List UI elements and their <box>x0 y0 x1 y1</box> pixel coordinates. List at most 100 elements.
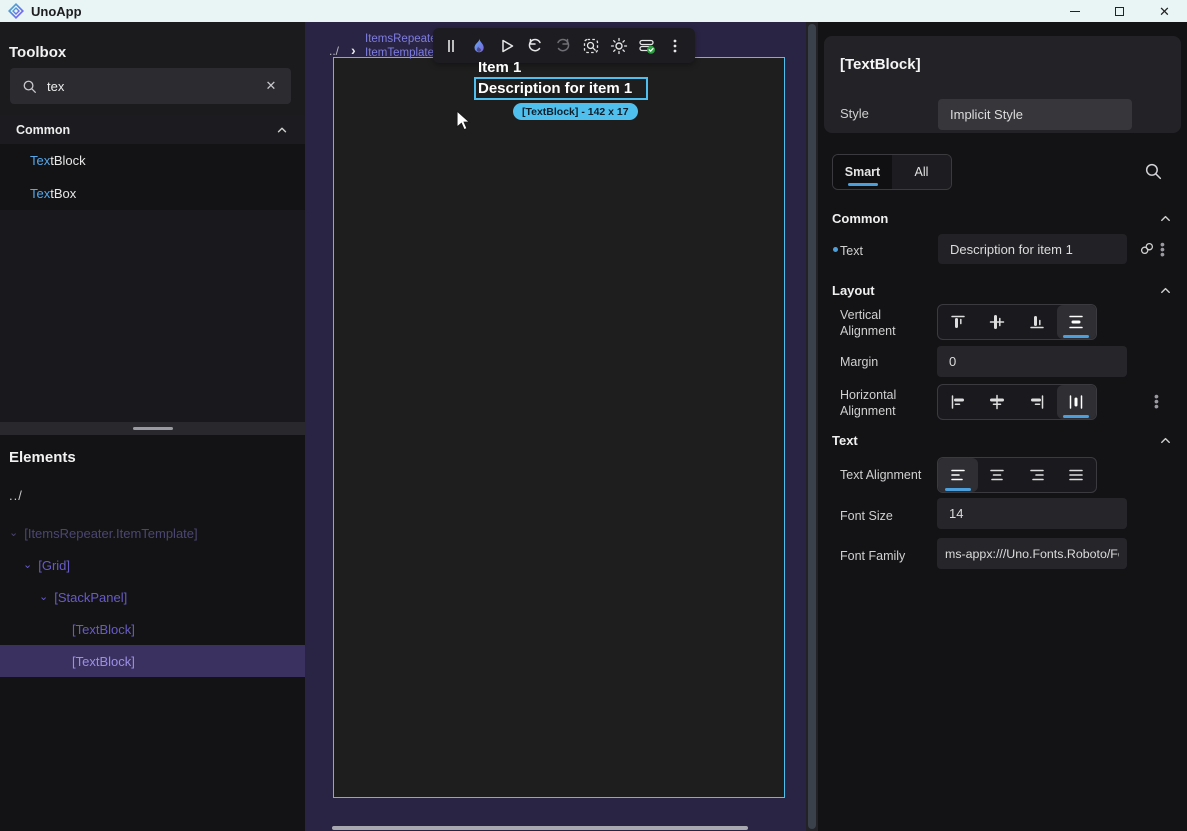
tree-item-label: [Grid] <box>38 558 70 573</box>
vertical-scrollbar-thumb[interactable] <box>808 24 816 829</box>
font-size-label: Font Size <box>840 508 932 524</box>
style-label: Style <box>840 106 869 121</box>
design-canvas[interactable]: ../ › ItemsRepeater ItemTemplate <box>305 22 806 831</box>
textalign-right-button[interactable] <box>1017 458 1057 492</box>
font-family-label: Font Family <box>840 548 932 564</box>
breadcrumb-itemtemplate[interactable]: ItemTemplate <box>365 47 434 59</box>
toolbox-item-textblock[interactable]: TextBlock <box>0 144 305 177</box>
minimize-icon <box>1070 11 1080 12</box>
textalign-left-button[interactable] <box>938 458 978 492</box>
section-common[interactable]: Common <box>832 204 1173 232</box>
elements-title: Elements <box>9 449 76 466</box>
tree-item-label: [ItemsRepeater.ItemTemplate] <box>24 526 197 541</box>
close-button[interactable]: ✕ <box>1142 0 1187 22</box>
tree-item-label: [StackPanel] <box>54 590 127 605</box>
match-text: Tex <box>30 153 50 168</box>
undo-icon[interactable] <box>526 37 544 55</box>
vertical-alignment-group <box>937 304 1097 340</box>
halign-right-button[interactable] <box>1017 385 1057 419</box>
uno-logo-icon <box>8 3 24 19</box>
maximize-button[interactable] <box>1097 0 1142 22</box>
chevron-up-icon[interactable] <box>1158 433 1173 448</box>
maximize-icon <box>1115 7 1124 16</box>
valign-stretch-button[interactable] <box>1057 305 1097 339</box>
chevron-down-icon[interactable]: ⌄ <box>39 590 48 603</box>
section-layout-label: Layout <box>832 283 1158 298</box>
style-input[interactable] <box>938 99 1132 130</box>
clear-search-icon[interactable]: ✕ <box>261 78 281 94</box>
properties-tabs: Smart All <box>832 154 952 190</box>
margin-label: Margin <box>840 354 932 370</box>
horizontal-alignment-label: Horizontal Alignment <box>840 387 932 419</box>
elements-up-button[interactable]: ../ <box>9 488 23 503</box>
margin-input[interactable] <box>937 346 1127 377</box>
vertical-scrollbar[interactable] <box>806 22 818 831</box>
section-layout[interactable]: Layout <box>832 276 1173 304</box>
rest-text: tBlock <box>50 153 85 168</box>
chevron-down-icon[interactable]: ⌄ <box>23 558 32 571</box>
redo-icon[interactable] <box>554 37 572 55</box>
section-text[interactable]: Text <box>832 426 1173 454</box>
changes-saved-icon[interactable] <box>638 37 656 55</box>
tree-item-textblock-1[interactable]: [TextBlock] <box>0 613 305 645</box>
chevron-up-icon[interactable] <box>1158 283 1173 298</box>
halign-left-button[interactable] <box>938 385 978 419</box>
minimize-button[interactable] <box>1052 0 1097 22</box>
font-family-input[interactable] <box>937 538 1127 569</box>
selection-size-label: [TextBlock] - 142 x 17 <box>522 106 629 118</box>
theme-sun-icon[interactable] <box>610 37 628 55</box>
breadcrumb-itemsrepeater[interactable]: ItemsRepeater <box>365 33 440 45</box>
toolbox-search-input[interactable] <box>47 79 261 94</box>
halign-stretch-button[interactable] <box>1057 385 1097 419</box>
textalign-justify-button[interactable] <box>1057 458 1097 492</box>
text-property-input[interactable] <box>938 234 1127 264</box>
toolbox-item-textbox[interactable]: TextBox <box>0 177 305 210</box>
toolbox-title: Toolbox <box>9 44 66 61</box>
play-icon[interactable] <box>498 37 516 55</box>
tab-all[interactable]: All <box>892 155 951 189</box>
hot-design-flame-icon[interactable] <box>470 37 488 55</box>
textalign-center-button[interactable] <box>978 458 1018 492</box>
layout-more-options-icon[interactable]: ••• <box>1154 394 1159 409</box>
valign-center-button[interactable] <box>978 305 1018 339</box>
mouse-cursor-icon <box>456 111 472 133</box>
canvas-up-button[interactable]: ../ <box>329 44 339 58</box>
binding-icon[interactable] <box>1138 240 1156 258</box>
chevron-up-icon[interactable] <box>1158 211 1173 226</box>
rest-text: tBox <box>50 186 76 201</box>
text-more-options-icon[interactable]: ••• <box>1160 242 1165 257</box>
text-alignment-group <box>937 457 1097 493</box>
toolbox-header: Toolbox ✕ <box>0 22 305 115</box>
valign-top-button[interactable] <box>938 305 978 339</box>
selected-element-name: [TextBlock] <box>840 56 921 73</box>
properties-search-icon[interactable] <box>1144 162 1163 181</box>
more-options-icon[interactable] <box>666 37 684 55</box>
drag-handle-icon[interactable] <box>442 37 460 55</box>
selected-textblock[interactable]: Description for item 1 <box>474 77 648 100</box>
tree-item-grid[interactable]: ⌄ [Grid] <box>0 549 305 581</box>
vertical-alignment-label: Vertical Alignment <box>840 307 932 339</box>
elements-tree: ⌄ [ItemsRepeater.ItemTemplate] ⌄ [Grid] … <box>0 517 305 677</box>
tree-item-stackpanel[interactable]: ⌄ [StackPanel] <box>0 581 305 613</box>
canvas-item-title[interactable]: Item 1 <box>478 59 521 76</box>
tree-item-textblock-2-selected[interactable]: [TextBlock] <box>0 645 305 677</box>
horizontal-scrollbar[interactable] <box>332 826 748 830</box>
font-size-input[interactable] <box>937 498 1127 529</box>
left-panel: Toolbox ✕ Common TextBlock TextBox Eleme… <box>0 22 305 831</box>
halign-center-button[interactable] <box>978 385 1018 419</box>
toolbox-search[interactable]: ✕ <box>10 68 291 104</box>
panel-splitter[interactable] <box>0 422 305 435</box>
valign-bottom-button[interactable] <box>1017 305 1057 339</box>
modified-value-dot <box>833 247 838 252</box>
toolbox-items: TextBlock TextBox <box>0 144 305 210</box>
tab-smart[interactable]: Smart <box>833 155 892 189</box>
titlebar: UnoApp ✕ <box>0 0 1187 22</box>
toolbox-section-common[interactable]: Common <box>0 115 305 144</box>
element-picker-icon[interactable] <box>582 37 600 55</box>
design-surface[interactable] <box>333 57 785 798</box>
toolbox-empty-area <box>0 210 305 422</box>
chevron-right-icon[interactable]: › <box>351 42 356 58</box>
chevron-down-icon[interactable]: ⌄ <box>9 526 18 539</box>
text-alignment-label: Text Alignment <box>840 467 932 483</box>
tree-item-itemsrepeater-itemtemplate[interactable]: ⌄ [ItemsRepeater.ItemTemplate] <box>0 517 305 549</box>
